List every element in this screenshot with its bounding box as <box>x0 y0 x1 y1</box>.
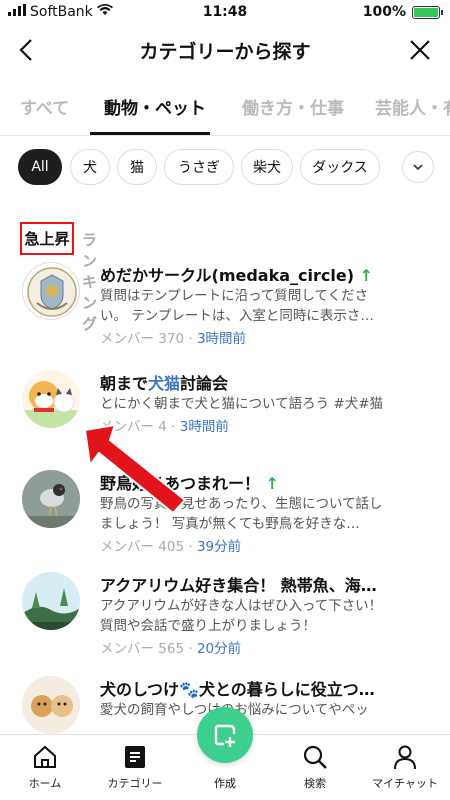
avatar <box>22 370 80 428</box>
nav-search[interactable]: 検索 <box>270 743 360 791</box>
nav-category[interactable]: カテゴリー <box>90 743 180 791</box>
item-description: 質問はテンプレートに沿って質問してください。 テンプレートは、入室と同時に表示さ… <box>100 288 374 324</box>
nav-home-label: ホーム <box>28 777 62 790</box>
chip-dog[interactable]: 犬 <box>70 149 110 185</box>
nav-category-label: カテゴリー <box>107 777 163 790</box>
nav-search-label: 検索 <box>304 777 326 790</box>
battery-icon <box>412 5 443 19</box>
list-item[interactable]: 朝まで犬猫討論会 とにかく朝まで犬と猫について語ろう #犬#猫 メンバー 4 ·… <box>0 370 450 470</box>
tab-work[interactable]: 働き方・仕事 <box>242 94 344 119</box>
filter-chips: All 犬 猫 うさぎ 柴犬 ダックス <box>0 149 450 189</box>
chip-cat[interactable]: 猫 <box>117 149 157 185</box>
bottom-nav: ホーム カテゴリー 作成 検索 マイチャット <box>0 707 450 800</box>
arrow-annotation-icon <box>75 385 195 515</box>
paw-icon: 🐾 <box>179 680 199 699</box>
item-description: アクアリウムが好きな人はぜひ入って下さい！ 質問や会話で盛り上がりましょう！ <box>100 598 383 634</box>
avatar <box>22 262 80 320</box>
list-item[interactable]: 野鳥好きあつまれー！ ↑ 野鳥の写真を見せあったり、生態について話しましょう！ … <box>0 470 450 570</box>
chip-dachshund[interactable]: ダックス <box>300 149 380 185</box>
search-icon <box>270 743 360 771</box>
status-bar: SoftBank 11:48 100% <box>0 0 450 26</box>
tab-all[interactable]: すべて <box>20 94 69 119</box>
tab-underline <box>90 132 210 135</box>
battery-percent: 100% <box>362 4 406 20</box>
category-tabs: すべて 動物・ペット 働き方・仕事 芸能人・有 <box>0 84 450 136</box>
avatar <box>22 676 80 734</box>
avatar <box>22 572 80 630</box>
page-title: カテゴリーから探す <box>139 41 311 63</box>
tab-animals-pets[interactable]: 動物・ペット <box>104 94 206 119</box>
chip-all[interactable]: All <box>18 149 62 185</box>
tab-celebrities[interactable]: 芸能人・有 <box>375 94 450 119</box>
home-icon <box>0 743 90 771</box>
chevron-down-icon[interactable] <box>402 151 434 183</box>
item-title: アクアリウム好き集合！ 熱帯魚、海… <box>100 576 377 595</box>
item-meta: メンバー 565 · 20分前 <box>100 641 242 657</box>
list-item[interactable]: めだかサークル(medaka_circle) ↑ 質問はテンプレートに沿って質問… <box>0 262 450 362</box>
nav-home[interactable]: ホーム <box>0 743 90 791</box>
item-meta: メンバー 405 · 39分前 <box>100 539 242 555</box>
item-title: めだかサークル(medaka_circle) ↑ <box>100 266 374 285</box>
create-button[interactable] <box>197 707 253 763</box>
tab-trending[interactable]: 急上昇 <box>20 222 74 255</box>
header: カテゴリーから探す <box>0 30 450 70</box>
category-icon <box>90 743 180 771</box>
chip-rabbit[interactable]: うさぎ <box>164 149 234 185</box>
nav-create-label: 作成 <box>214 777 236 790</box>
list-item[interactable]: アクアリウム好き集合！ 熱帯魚、海… アクアリウムが好きな人はぜひ入って下さい！… <box>0 572 450 672</box>
nav-mychat-label: マイチャット <box>372 777 438 790</box>
item-meta: メンバー 370 · 3時間前 <box>100 331 247 347</box>
person-icon <box>360 743 450 771</box>
avatar <box>22 470 80 528</box>
item-title: 犬のしつけ🐾犬との暮らしに役立つ… <box>100 680 375 699</box>
close-icon[interactable] <box>406 36 434 64</box>
nav-mychat[interactable]: マイチャット <box>360 743 450 791</box>
status-right: 100% <box>362 4 443 20</box>
chip-shiba[interactable]: 柴犬 <box>241 149 293 185</box>
